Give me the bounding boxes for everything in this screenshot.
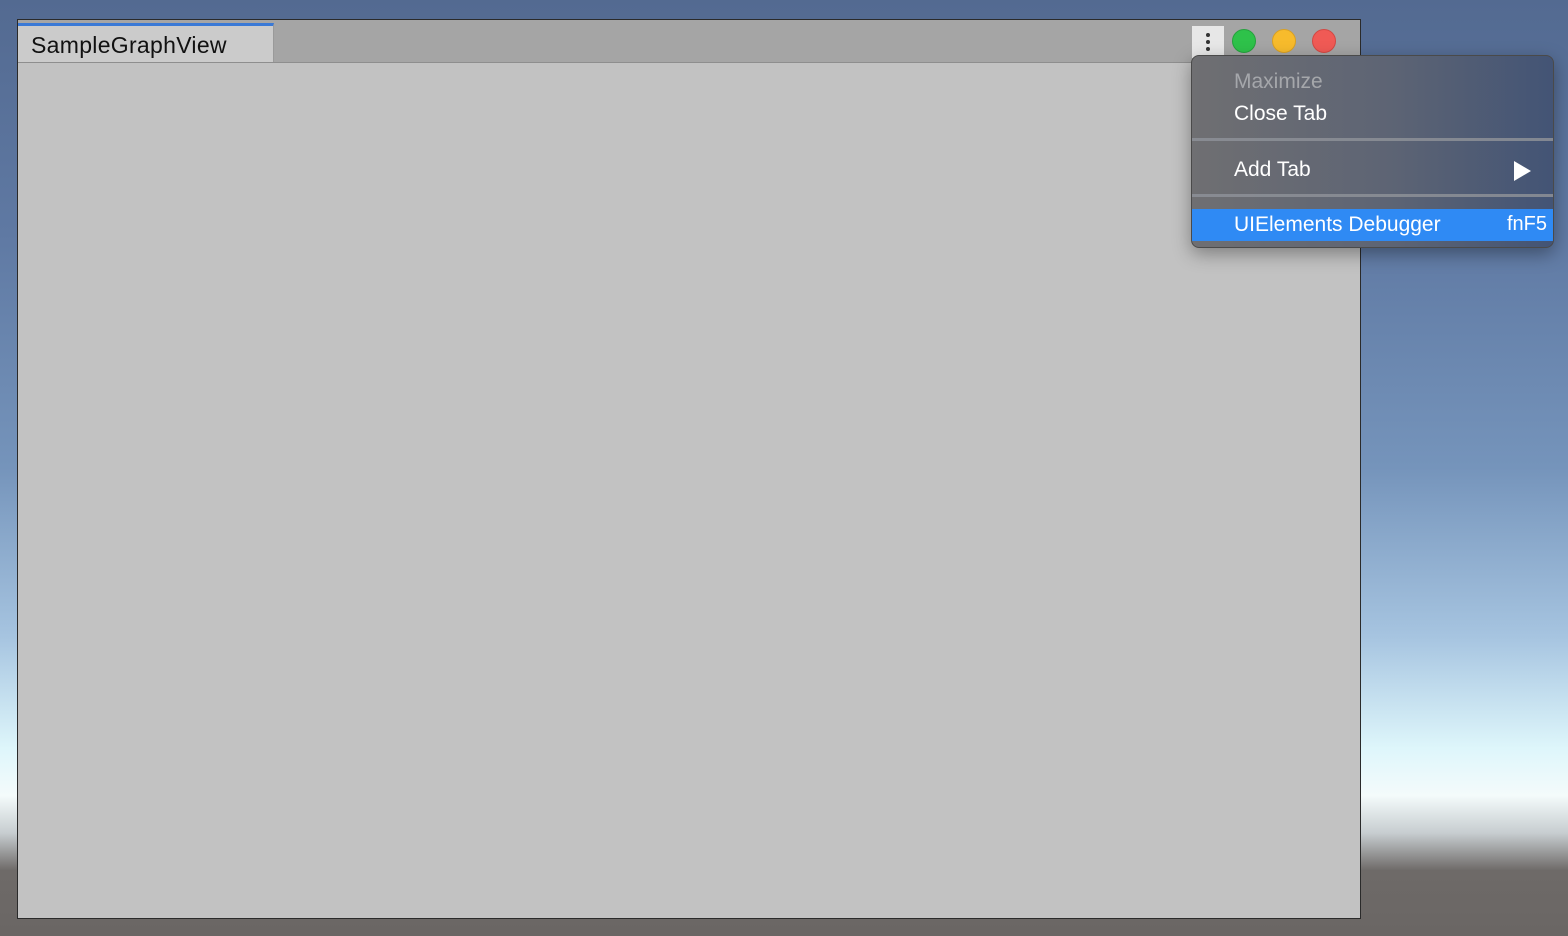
menu-item-label: Add Tab [1234,158,1311,181]
maximize-window-button[interactable] [1232,29,1256,53]
graph-view-content[interactable] [18,63,1360,918]
menu-item-label: UIElements Debugger [1234,213,1441,236]
menu-item-maximize: Maximize [1192,66,1553,98]
context-menu: Maximize Close Tab Add Tab UIElements De… [1191,55,1554,248]
menu-item-label: Maximize [1234,70,1323,93]
menu-item-label: Close Tab [1234,102,1328,125]
menu-item-close-tab[interactable]: Close Tab [1192,98,1553,130]
dot [1206,33,1210,37]
editor-window: SampleGraphView [17,19,1361,919]
submenu-arrow-icon [1514,161,1531,181]
menu-item-shortcut: fnF5 [1506,213,1547,235]
menu-separator [1192,194,1553,197]
close-window-button[interactable] [1312,29,1336,53]
dot [1206,47,1210,51]
more-options-icon[interactable] [1192,26,1224,58]
menu-item-uielements-debugger[interactable]: UIElements Debugger fnF5 [1192,209,1553,241]
minimize-window-button[interactable] [1272,29,1296,53]
menu-separator [1192,138,1553,141]
menu-item-add-tab[interactable]: Add Tab [1192,154,1553,186]
tab-label: SampleGraphView [31,32,227,58]
tab-samplegraphview[interactable]: SampleGraphView [18,23,274,62]
tab-bar: SampleGraphView [18,20,1360,63]
dot [1206,40,1210,44]
